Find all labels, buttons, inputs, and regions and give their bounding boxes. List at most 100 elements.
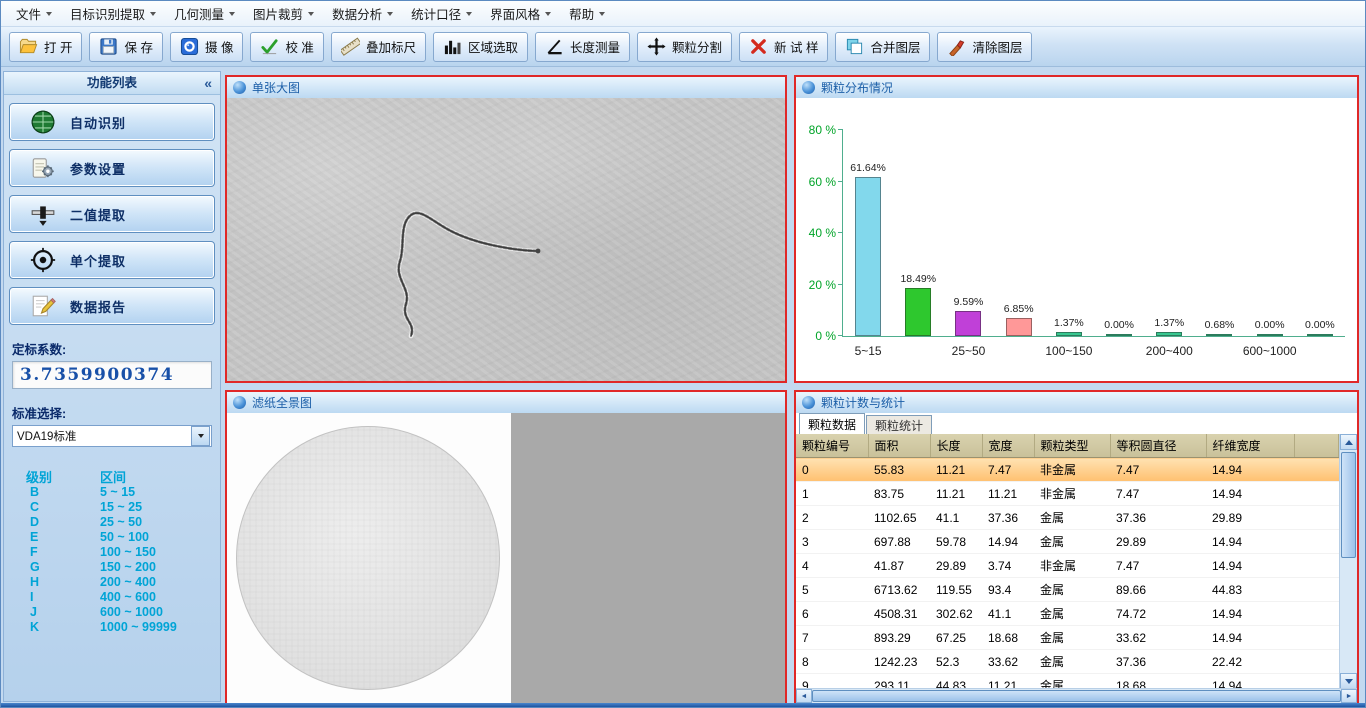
open-folder-icon xyxy=(19,37,38,56)
scroll-up-arrow-icon[interactable] xyxy=(1340,434,1357,450)
table-row-8[interactable]: 81242.2352.333.62金属37.3622.42 xyxy=(796,650,1339,674)
report-icon xyxy=(30,293,56,319)
column-header[interactable]: 面积 xyxy=(868,434,930,458)
microscope-image[interactable] xyxy=(227,98,785,381)
toolbar-button-8[interactable]: 新 试 样 xyxy=(739,32,828,62)
table-cell: 1 xyxy=(796,482,868,506)
table-cell-filler xyxy=(1294,482,1339,506)
tab-particle-data[interactable]: 颗粒数据 xyxy=(799,413,865,435)
chart-bar-slot: 0.68% xyxy=(1194,130,1244,336)
particle-table-area: 颗粒编号面积长度宽度颗粒类型等积圆直径纤维宽度 055.8311.217.47非… xyxy=(796,434,1357,689)
level-row: F100 ~ 150 xyxy=(4,545,220,560)
toolbar-button-0[interactable]: 打 开 xyxy=(9,32,82,62)
y-tick-label: 20 % xyxy=(809,278,836,292)
toolbar-button-5[interactable]: 区域选取 xyxy=(433,32,528,62)
panel-distribution-header: 颗粒分布情况 xyxy=(796,77,1357,99)
standard-select[interactable]: VDA19标准 xyxy=(12,425,212,447)
scroll-right-arrow-icon[interactable]: ► xyxy=(1341,689,1357,703)
panorama-empty-area xyxy=(511,413,785,703)
scroll-down-arrow-icon[interactable] xyxy=(1340,673,1357,689)
sidebar-title: 功能列表 xyxy=(87,76,137,90)
menu-item-5[interactable]: 统计口径 xyxy=(402,3,481,25)
menu-item-label: 数据分析 xyxy=(332,4,382,23)
level-row: D25 ~ 50 xyxy=(4,515,220,530)
level-row: B5 ~ 15 xyxy=(4,485,220,500)
table-row-6[interactable]: 64508.31302.6241.1金属74.7214.94 xyxy=(796,602,1339,626)
table-row-9[interactable]: 9293.1144.8311.21金属18.6814.94 xyxy=(796,674,1339,690)
column-header[interactable]: 等积圆直径 xyxy=(1110,434,1206,458)
fiber-particle xyxy=(227,98,785,381)
table-row-4[interactable]: 441.8729.893.74非金属7.4714.94 xyxy=(796,554,1339,578)
toolbar-button-10[interactable]: 清除图层 xyxy=(937,32,1032,62)
toolbar-button-label: 区域选取 xyxy=(468,37,518,56)
horizontal-scrollbar[interactable]: ◄ ► xyxy=(796,688,1357,703)
table-row-5[interactable]: 56713.62119.5593.4金属89.6644.83 xyxy=(796,578,1339,602)
column-header[interactable]: 长度 xyxy=(930,434,982,458)
level-range: 1000 ~ 99999 xyxy=(100,620,177,634)
chart-bar-2 xyxy=(955,311,981,336)
menu-item-6[interactable]: 界面风格 xyxy=(481,3,560,25)
table-cell: 7.47 xyxy=(1110,482,1206,506)
scroll-left-arrow-icon[interactable]: ◄ xyxy=(796,689,812,703)
toolbar-button-9[interactable]: 合并图层 xyxy=(835,32,930,62)
panel-sphere-icon xyxy=(802,396,815,409)
tab-particle-stats[interactable]: 颗粒统计 xyxy=(866,415,932,436)
toolbar-button-2[interactable]: 摄 像 xyxy=(170,32,243,62)
menu-item-0[interactable]: 文件 xyxy=(7,3,61,25)
toolbar-button-7[interactable]: 颗粒分割 xyxy=(637,32,732,62)
bar-value-label: 1.37% xyxy=(1054,317,1084,329)
table-cell: 9 xyxy=(796,674,868,690)
chart-bar-slot: 1.37% xyxy=(1144,130,1194,336)
function-button-4[interactable]: 数据报告 xyxy=(9,287,215,325)
function-button-label: 单个提取 xyxy=(70,251,126,270)
toolbar-button-label: 摄 像 xyxy=(205,37,233,56)
table-cell-filler xyxy=(1294,554,1339,578)
vertical-scrollbar[interactable] xyxy=(1339,434,1357,689)
table-row-2[interactable]: 21102.6541.137.36金属37.3629.89 xyxy=(796,506,1339,530)
function-button-2[interactable]: 二值提取 xyxy=(9,195,215,233)
panel-single-image-title: 单张大图 xyxy=(252,79,300,96)
table-row-0[interactable]: 055.8311.217.47非金属7.4714.94 xyxy=(796,458,1339,482)
menu-item-2[interactable]: 几何测量 xyxy=(165,3,244,25)
level-letter: F xyxy=(30,545,38,559)
menu-item-3[interactable]: 图片裁剪 xyxy=(244,3,323,25)
table-row-1[interactable]: 183.7511.2111.21非金属7.4714.94 xyxy=(796,482,1339,506)
panorama-image[interactable] xyxy=(227,413,511,703)
column-header[interactable]: 宽度 xyxy=(982,434,1034,458)
table-cell: 14.94 xyxy=(1206,674,1294,690)
table-cell: 14.94 xyxy=(1206,458,1294,482)
toolbar-button-label: 颗粒分割 xyxy=(672,37,722,56)
table-cell: 14.94 xyxy=(1206,530,1294,554)
function-button-0[interactable]: 自动识别 xyxy=(9,103,215,141)
new-sample-icon xyxy=(749,37,768,56)
menu-item-4[interactable]: 数据分析 xyxy=(323,3,402,25)
camera-icon xyxy=(180,37,199,56)
horizontal-scrollbar-thumb[interactable] xyxy=(812,690,1341,702)
menu-item-7[interactable]: 帮助 xyxy=(560,3,614,25)
binary-extract-icon xyxy=(30,201,56,227)
table-cell: 7.47 xyxy=(982,458,1034,482)
dropdown-arrow-icon[interactable] xyxy=(191,426,210,446)
table-cell: 74.72 xyxy=(1110,602,1206,626)
menu-item-1[interactable]: 目标识别提取 xyxy=(61,3,165,25)
table-cell: 14.94 xyxy=(1206,554,1294,578)
table-row-7[interactable]: 7893.2967.2518.68金属33.6214.94 xyxy=(796,626,1339,650)
table-cell: 293.11 xyxy=(868,674,930,690)
function-button-3[interactable]: 单个提取 xyxy=(9,241,215,279)
table-row-3[interactable]: 3697.8859.7814.94金属29.8914.94 xyxy=(796,530,1339,554)
sidebar-collapse-button[interactable]: « xyxy=(204,72,212,94)
table-cell: 37.36 xyxy=(1110,506,1206,530)
toolbar-button-6[interactable]: 长度测量 xyxy=(535,32,630,62)
vertical-scrollbar-thumb[interactable] xyxy=(1341,452,1356,558)
panel-single-image: 单张大图 xyxy=(225,75,787,383)
function-button-1[interactable]: 参数设置 xyxy=(9,149,215,187)
toolbar-button-1[interactable]: 保 存 xyxy=(89,32,162,62)
table-cell: 83.75 xyxy=(868,482,930,506)
toolbar-button-4[interactable]: 叠加标尺 xyxy=(331,32,426,62)
column-header[interactable]: 颗粒类型 xyxy=(1034,434,1110,458)
column-header[interactable]: 颗粒编号 xyxy=(796,434,868,458)
column-header[interactable]: 纤维宽度 xyxy=(1206,434,1294,458)
toolbar-button-3[interactable]: 校 准 xyxy=(250,32,323,62)
table-cell: 59.78 xyxy=(930,530,982,554)
bar-value-label: 0.00% xyxy=(1305,319,1335,331)
